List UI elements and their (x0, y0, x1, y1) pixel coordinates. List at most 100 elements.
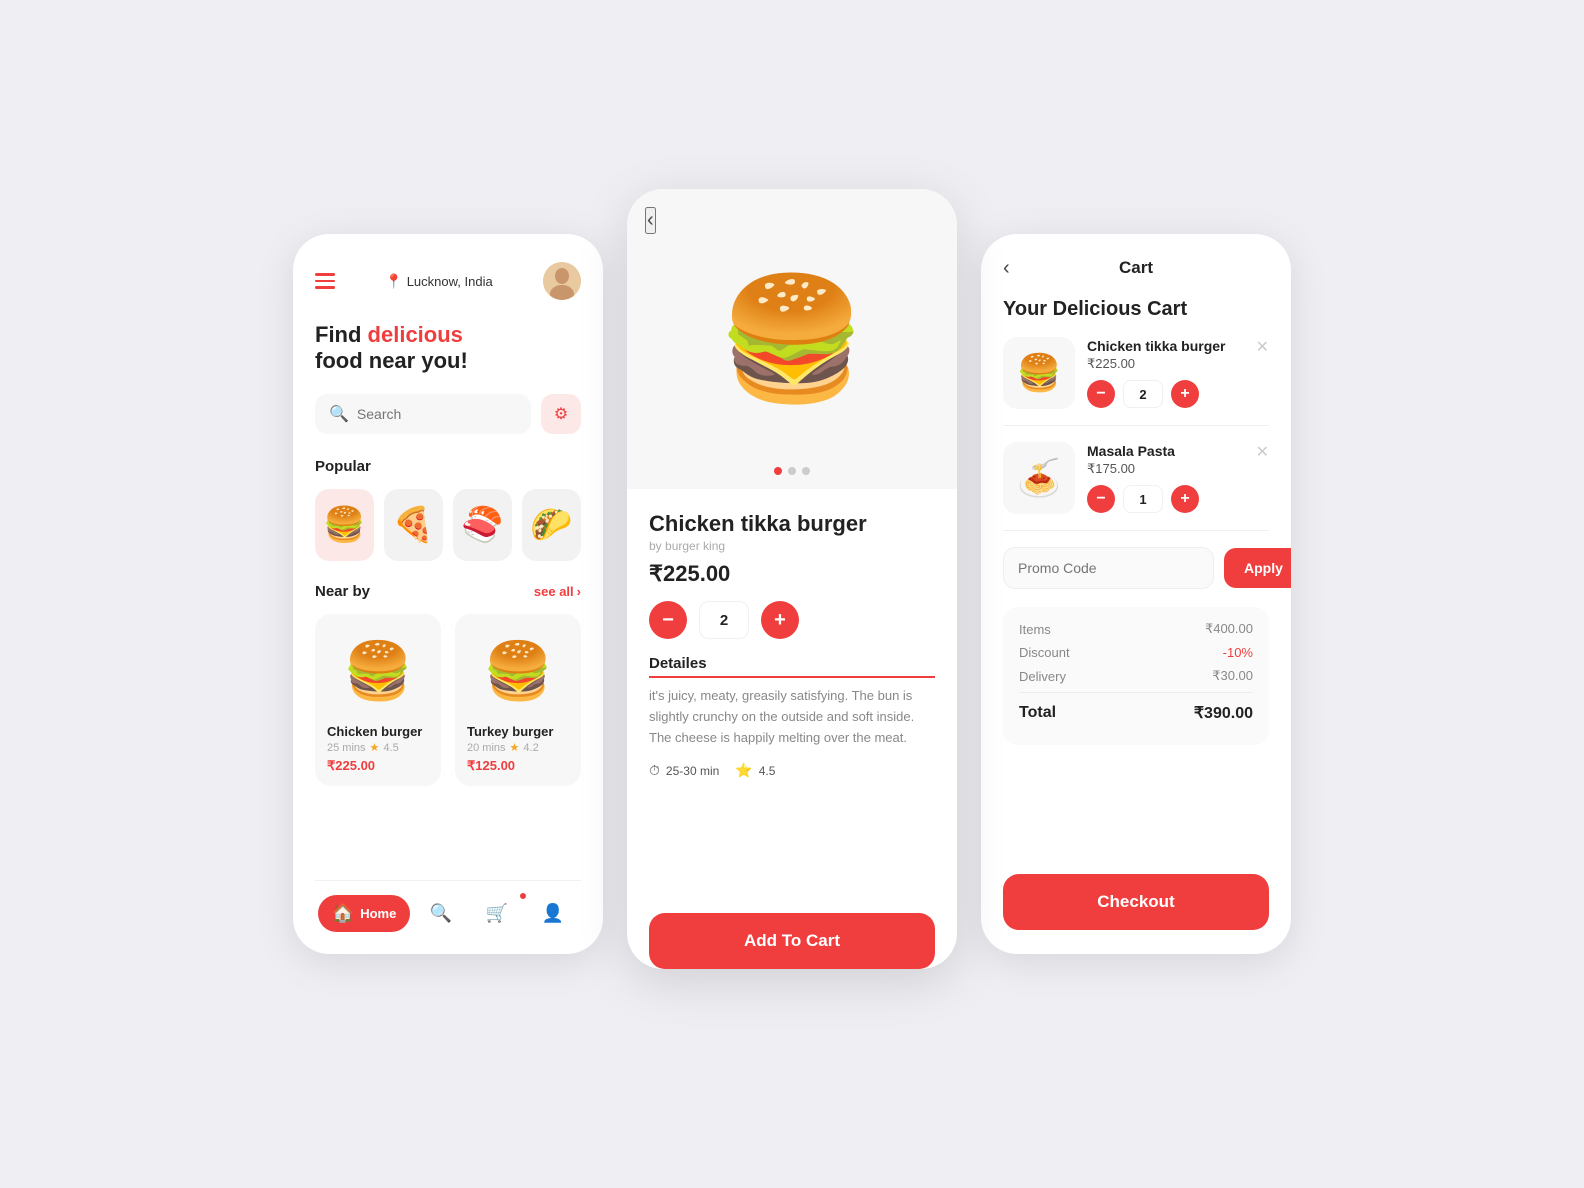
nav-cart[interactable]: 🛒 (472, 895, 522, 932)
explore-icon: 🔍 (430, 903, 452, 924)
sushi-emoji: 🍣 (461, 505, 503, 545)
qty-increase-button[interactable]: + (761, 601, 799, 639)
popular-item-taco[interactable]: 🌮 (522, 489, 581, 561)
nearby-header: Near by see all › (315, 583, 581, 600)
location-text: Lucknow, India (407, 274, 493, 289)
detail-back-button[interactable]: ‹ (645, 207, 656, 234)
promo-row: Apply (1003, 547, 1269, 589)
filter-button[interactable]: ⚙ (541, 394, 581, 434)
cart-item-2-name: Masala Pasta (1087, 443, 1269, 459)
nav-explore[interactable]: 🔍 (416, 895, 466, 932)
turkey-burger-name: Turkey burger (467, 724, 569, 739)
cart-item-1-img: 🍔 (1003, 337, 1075, 409)
rating-chip: ⭐ 4.5 (735, 762, 775, 779)
search-input[interactable] (357, 406, 517, 422)
cart-qty-increase-1[interactable]: + (1171, 380, 1199, 408)
cart-qty-increase-2[interactable]: + (1171, 485, 1199, 513)
turkey-burger-meta: 20 mins ★ 4.2 (467, 741, 569, 754)
search-input-wrap[interactable]: 🔍 (315, 394, 531, 434)
popular-item-burger[interactable]: 🍔 (315, 489, 374, 561)
nearby-card-chicken[interactable]: 🍔 Chicken burger 25 mins ★ 4.5 ₹225.00 (315, 614, 441, 786)
nearby-label: Near by (315, 583, 370, 600)
items-label: Items (1019, 622, 1051, 637)
cart-item-1-remove[interactable]: ✕ (1256, 337, 1269, 357)
detail-meta: ⏱ 25-30 min ⭐ 4.5 (649, 762, 935, 779)
cart-qty-value-1: 2 (1123, 380, 1163, 408)
rating-value: 4.5 (759, 764, 776, 778)
cart-qty-decrease-1[interactable]: − (1087, 380, 1115, 408)
qty-value: 2 (699, 601, 749, 639)
nav-home-label: Home (360, 906, 396, 921)
filter-icon: ⚙ (554, 404, 568, 424)
see-all-button[interactable]: see all › (534, 584, 581, 599)
cart-header: ‹ Cart (1003, 258, 1269, 278)
detail-hero: ‹ 🍔 (627, 189, 957, 489)
dot-2[interactable] (788, 467, 796, 475)
summary-discount: Discount -10% (1019, 645, 1253, 660)
qty-decrease-button[interactable]: − (649, 601, 687, 639)
burger-emoji: 🍔 (323, 505, 365, 545)
dot-indicators (774, 467, 810, 475)
burger-hero-image: 🍔 (692, 239, 892, 439)
home-header: 📍 Lucknow, India (315, 262, 581, 300)
cart-icon: 🛒 (486, 903, 508, 924)
home-icon: 🏠 (332, 903, 354, 924)
cart-item-2-info: Masala Pasta ₹175.00 − 1 + (1087, 443, 1269, 513)
discount-label: Discount (1019, 645, 1070, 660)
cart-item-2-img: 🍝 (1003, 442, 1075, 514)
star-detail-icon: ⭐ (735, 762, 752, 779)
pizza-emoji: 🍕 (392, 505, 434, 545)
location-badge: 📍 Lucknow, India (385, 273, 492, 290)
popular-grid: 🍔 🍕 🍣 🌮 (315, 489, 581, 561)
cart-item-2-price: ₹175.00 (1087, 461, 1269, 477)
bottom-nav: 🏠 Home 🔍 🛒 👤 (315, 880, 581, 954)
star-icon-2: ★ (510, 741, 520, 754)
apply-button[interactable]: Apply (1224, 548, 1291, 588)
details-section-label: Detailes (649, 655, 935, 678)
avatar[interactable] (543, 262, 581, 300)
promo-input[interactable] (1003, 547, 1214, 589)
nearby-grid: 🍔 Chicken burger 25 mins ★ 4.5 ₹225.00 🍔… (315, 614, 581, 786)
location-icon: 📍 (385, 273, 402, 290)
profile-icon: 👤 (542, 903, 564, 924)
turkey-burger-img: 🍔 (467, 626, 569, 716)
cart-item-1-name: Chicken tikka burger (1087, 338, 1269, 354)
headline: Find delicious food near you! (315, 322, 581, 374)
nearby-card-turkey[interactable]: 🍔 Turkey burger 20 mins ★ 4.2 ₹125.00 (455, 614, 581, 786)
summary-total: Total ₹390.00 (1019, 692, 1253, 723)
cart-item-2: 🍝 Masala Pasta ₹175.00 − 1 + ✕ (1003, 442, 1269, 531)
screen-detail: ‹ 🍔 Chicken tikka burger by burger king … (627, 189, 957, 969)
cart-item-1-price: ₹225.00 (1087, 356, 1269, 372)
star-icon: ★ (370, 741, 380, 754)
order-summary: Items ₹400.00 Discount -10% Delivery ₹30… (1003, 607, 1269, 745)
menu-icon[interactable] (315, 273, 335, 289)
cart-item-2-remove[interactable]: ✕ (1256, 442, 1269, 462)
cart-section-title: Your Delicious Cart (1003, 298, 1269, 321)
delivery-value: ₹30.00 (1212, 668, 1253, 684)
cart-back-button[interactable]: ‹ (1003, 257, 1010, 280)
popular-label: Popular (315, 458, 581, 475)
popular-item-sushi[interactable]: 🍣 (453, 489, 512, 561)
summary-delivery: Delivery ₹30.00 (1019, 668, 1253, 684)
nav-home[interactable]: 🏠 Home (318, 895, 411, 932)
qty-row: − 2 + (649, 601, 935, 639)
summary-items: Items ₹400.00 (1019, 621, 1253, 637)
time-chip: ⏱ 25-30 min (649, 762, 719, 779)
items-value: ₹400.00 (1205, 621, 1253, 637)
dot-3[interactable] (802, 467, 810, 475)
time-value: 25-30 min (666, 764, 719, 778)
cart-qty-decrease-2[interactable]: − (1087, 485, 1115, 513)
nav-profile[interactable]: 👤 (528, 895, 578, 932)
popular-item-pizza[interactable]: 🍕 (384, 489, 443, 561)
search-icon: 🔍 (329, 404, 349, 424)
chicken-burger-meta: 25 mins ★ 4.5 (327, 741, 429, 754)
checkout-button[interactable]: Checkout (1003, 874, 1269, 930)
food-description: it's juicy, meaty, greasily satisfying. … (649, 686, 935, 748)
add-to-cart-button[interactable]: Add To Cart (649, 913, 935, 969)
detail-by: by burger king (649, 539, 935, 553)
dot-1[interactable] (774, 467, 782, 475)
food-detail-price: ₹225.00 (649, 561, 935, 587)
burger-emoji: 🍔 (717, 279, 866, 399)
chicken-burger-img: 🍔 (327, 626, 429, 716)
food-detail-name: Chicken tikka burger (649, 511, 935, 537)
